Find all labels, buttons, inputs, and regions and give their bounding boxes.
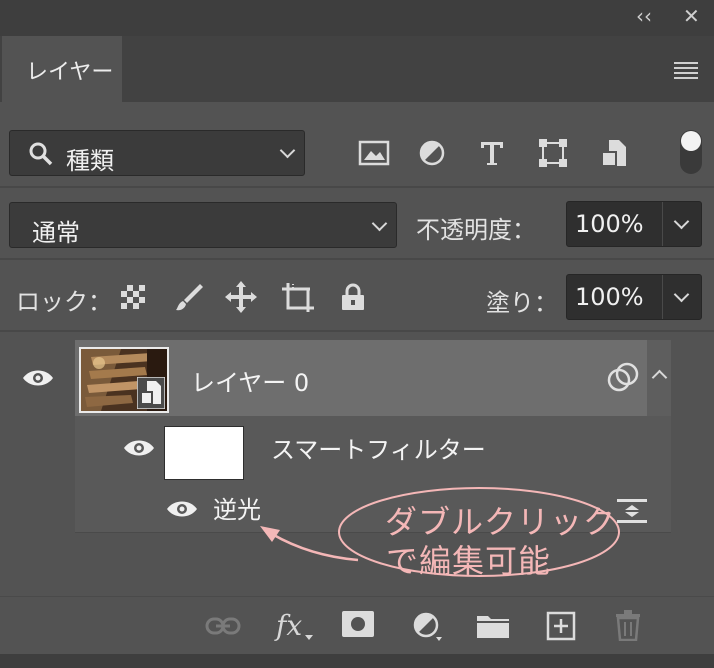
panel-footer	[0, 654, 714, 668]
smart-object-badge-icon	[137, 377, 165, 409]
separator	[0, 186, 714, 188]
fill-field[interactable]: 100%	[566, 274, 702, 320]
separator	[0, 258, 714, 260]
smart-filters-visibility-eye-icon[interactable]	[123, 438, 155, 458]
type-layer-filter-icon[interactable]	[478, 139, 506, 167]
panel-title-bar: ‹‹ ✕	[0, 0, 714, 36]
adjustment-layer-filter-icon[interactable]	[418, 139, 446, 167]
chevron-down-icon	[279, 142, 296, 159]
layer-name[interactable]: レイヤー 0	[191, 363, 309, 398]
layer-visibility-eye-icon[interactable]	[22, 368, 54, 388]
filter-kind-label: 種類	[66, 147, 114, 175]
blend-mode-dropdown[interactable]: 通常	[9, 202, 397, 248]
opacity-value: 100%	[575, 210, 644, 238]
fill-value: 100%	[575, 283, 644, 311]
layer-row-layer-0[interactable]: レイヤー 0	[75, 340, 671, 416]
fill-dropdown-button[interactable]	[662, 275, 701, 319]
lock-label: ロック：	[16, 288, 112, 316]
filter-toggle-switch[interactable]	[678, 128, 704, 176]
opacity-field[interactable]: 100%	[566, 201, 702, 247]
search-icon	[29, 142, 53, 166]
close-button[interactable]: ✕	[683, 4, 700, 28]
tab-layers[interactable]: レイヤー	[2, 36, 122, 102]
opacity-dropdown-button[interactable]	[662, 202, 701, 246]
chevron-down-icon	[673, 213, 690, 230]
blend-mode-label: 通常	[32, 219, 80, 247]
new-group-folder-icon[interactable]	[476, 613, 510, 639]
annotation-line-2: で編集可能	[386, 542, 552, 580]
layers-panel: ‹‹ ✕ レイヤー 種類 通常 不透明度： 100% ロック： 塗り： 100%…	[0, 0, 714, 668]
tab-layers-label: レイヤー	[26, 60, 114, 85]
collapse-effects-toggle[interactable]	[647, 340, 671, 416]
new-layer-icon[interactable]	[546, 611, 576, 641]
bottom-toolbar: fx	[0, 596, 714, 655]
add-mask-icon[interactable]	[342, 611, 374, 637]
new-fill-adjustment-layer-icon[interactable]	[412, 611, 442, 641]
lock-artboard-icon[interactable]	[280, 280, 316, 314]
fx-dropdown-indicator	[305, 635, 313, 640]
link-layers-icon[interactable]	[205, 615, 241, 637]
add-layer-style-button[interactable]: fx	[276, 609, 302, 642]
lock-transparent-pixels-icon[interactable]	[120, 284, 146, 310]
collapse-button[interactable]: ‹‹	[636, 4, 652, 28]
delete-layer-trash-icon[interactable]	[614, 609, 642, 641]
lock-image-pixels-brush-icon[interactable]	[174, 282, 204, 312]
smart-filters-indicator-icon	[607, 362, 639, 392]
chevron-down-icon	[673, 286, 690, 303]
opacity-label: 不透明度：	[416, 216, 536, 244]
panel-menu-icon[interactable]	[674, 62, 698, 79]
lock-position-move-icon[interactable]	[224, 280, 258, 314]
filter-kind-dropdown[interactable]: 種類	[9, 130, 305, 176]
fill-label: 塗り：	[486, 289, 558, 317]
smart-filter-mask-thumbnail[interactable]	[164, 426, 244, 480]
shape-layer-filter-icon[interactable]	[538, 138, 568, 168]
tab-row: レイヤー	[0, 36, 714, 102]
lock-all-icon[interactable]	[340, 282, 366, 312]
chevron-up-icon	[651, 369, 668, 386]
pixel-layer-filter-icon[interactable]	[358, 140, 390, 166]
smart-object-filter-icon[interactable]	[600, 138, 628, 168]
chevron-down-icon	[371, 215, 388, 232]
smart-filters-label: スマートフィルター	[271, 436, 486, 464]
layer-thumbnail[interactable]	[79, 347, 169, 413]
filter-visibility-eye-icon[interactable]	[166, 499, 198, 519]
